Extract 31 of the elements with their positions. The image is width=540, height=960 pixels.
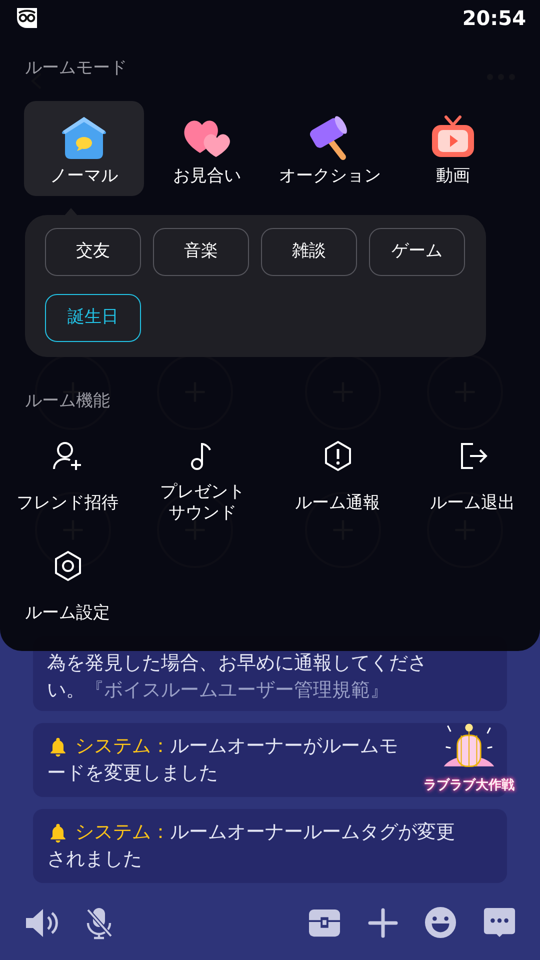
mode-option[interactable]: オークション [270, 100, 390, 196]
message-text: い。 [47, 678, 85, 703]
section-heading: ルームモード [24, 57, 128, 80]
tag-chip[interactable]: ゲーム [369, 228, 465, 276]
room-function[interactable]: フレンド招待 [0, 440, 135, 526]
rules-link[interactable]: 『ボイスルームユーザー管理規範』 [85, 677, 389, 704]
tag-chip[interactable]: 雑談 [261, 228, 357, 276]
tag-chip[interactable]: 誕生日 [45, 294, 141, 342]
mic-off-icon[interactable] [84, 906, 114, 940]
event-label[interactable]: ラブラブ大作戦 [424, 776, 514, 796]
tag-chip[interactable]: 音楽 [153, 228, 249, 276]
room-function[interactable]: プレゼントサウンド [135, 440, 270, 526]
smile-icon[interactable] [424, 906, 457, 939]
chat-icon[interactable] [483, 906, 516, 939]
mode-option[interactable]: お見合い [147, 100, 267, 196]
room-function[interactable]: ルーム退出 [405, 440, 540, 526]
message-text: 為を発見した場合、お早めに通報してくださ [47, 651, 428, 676]
plus-icon[interactable] [368, 908, 398, 938]
speaker-icon[interactable] [24, 906, 60, 938]
room-function[interactable]: ルーム設定 [0, 550, 135, 636]
mode-option[interactable]: 動画 [393, 100, 513, 196]
person-add-icon [52, 440, 84, 472]
status-time: 20:54 [462, 5, 526, 32]
message-text: システム：ルームオーナーがルームモードを変更しました [47, 734, 399, 786]
app-logo-icon [14, 5, 40, 31]
section-heading: ルーム機能 [24, 390, 111, 412]
room-function[interactable]: ルーム通報 [270, 440, 405, 526]
tag-chip[interactable]: 交友 [45, 228, 141, 276]
chest-icon[interactable] [309, 908, 340, 936]
mode-option[interactable]: ノーマル [24, 100, 144, 196]
message-text: システム：ルームオーナールームタグが変更されました [47, 820, 456, 872]
